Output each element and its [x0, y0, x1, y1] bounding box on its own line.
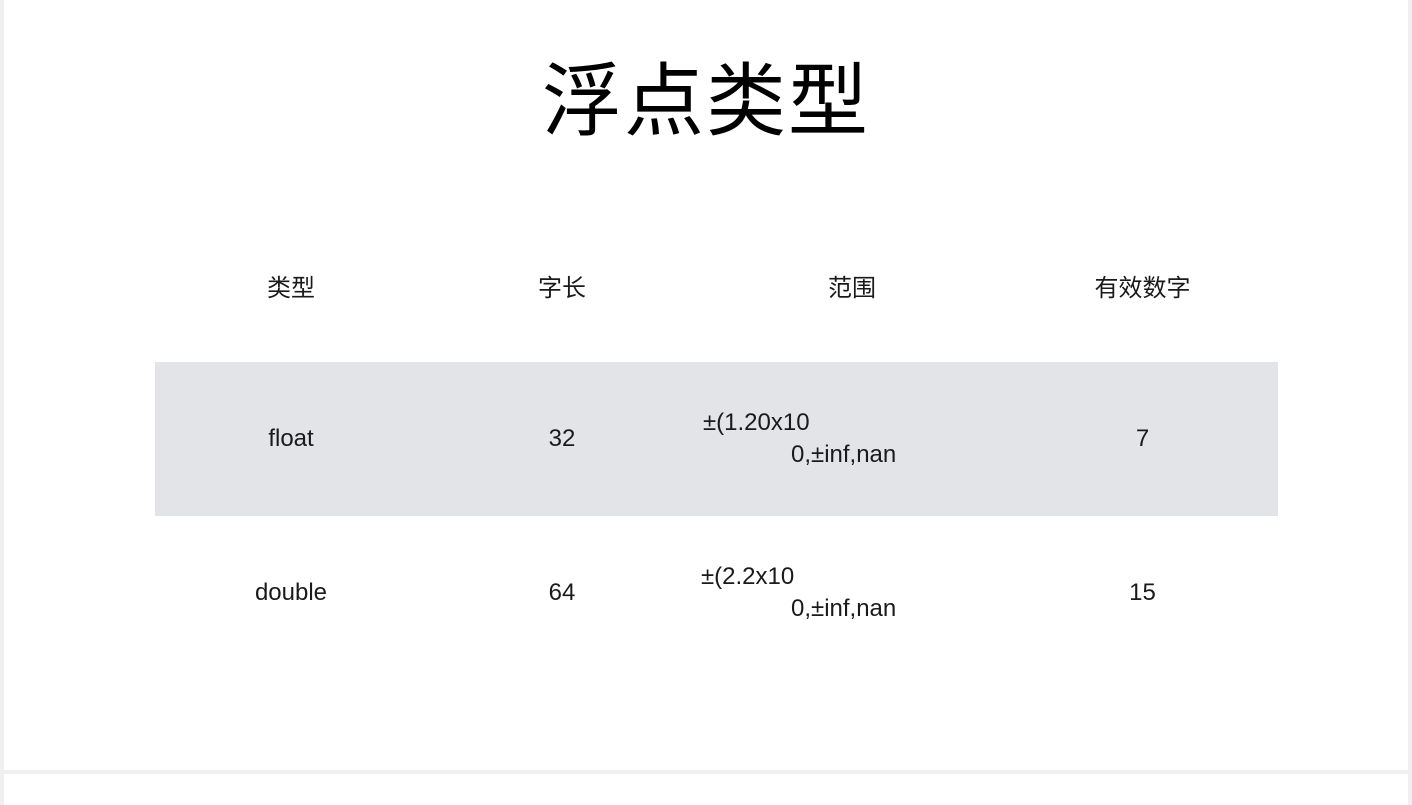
- slide-title: 浮点类型: [542, 55, 870, 148]
- table-row: float 32 ±(1.20x10 0,±inf,nan 7: [155, 362, 1278, 516]
- cell-digits: 15: [1129, 579, 1156, 606]
- table-header-row: 类型 字长 范围 有效数字: [155, 208, 1278, 362]
- cell-type: float: [268, 425, 314, 452]
- range-line-2: 0,±inf,nan: [791, 595, 897, 622]
- range-text: ±(2.2x10 0,±inf,nan: [697, 516, 1007, 670]
- next-slide-edge: [4, 774, 1408, 805]
- cell-range: ±(1.20x10 0,±inf,nan: [697, 362, 1007, 516]
- header-type: 类型: [267, 273, 315, 302]
- range-text: ±(1.20x10 0,±inf,nan: [697, 362, 1007, 516]
- header-digits: 有效数字: [1094, 273, 1191, 302]
- range-line-1: ±(1.20x10: [703, 409, 810, 436]
- cell-digits: 7: [1135, 425, 1150, 452]
- slide: 浮点类型 类型 字长 范围 有效数字 float 32 ±(1.20x10 0,…: [4, 0, 1408, 770]
- float-types-table: 类型 字长 范围 有效数字 float 32 ±(1.20x10 0,±inf,…: [155, 208, 1278, 670]
- table-row: double 64 ±(2.2x10 0,±inf,nan 15: [155, 516, 1278, 670]
- cell-bits: 32: [548, 425, 576, 452]
- header-bits: 字长: [538, 273, 586, 302]
- range-line-2: 0,±inf,nan: [791, 441, 897, 468]
- cell-type: double: [254, 579, 328, 606]
- cell-bits: 64: [548, 579, 576, 606]
- header-range: 范围: [828, 273, 876, 302]
- cell-range: ±(2.2x10 0,±inf,nan: [697, 516, 1007, 670]
- range-line-1: ±(2.2x10: [701, 563, 795, 590]
